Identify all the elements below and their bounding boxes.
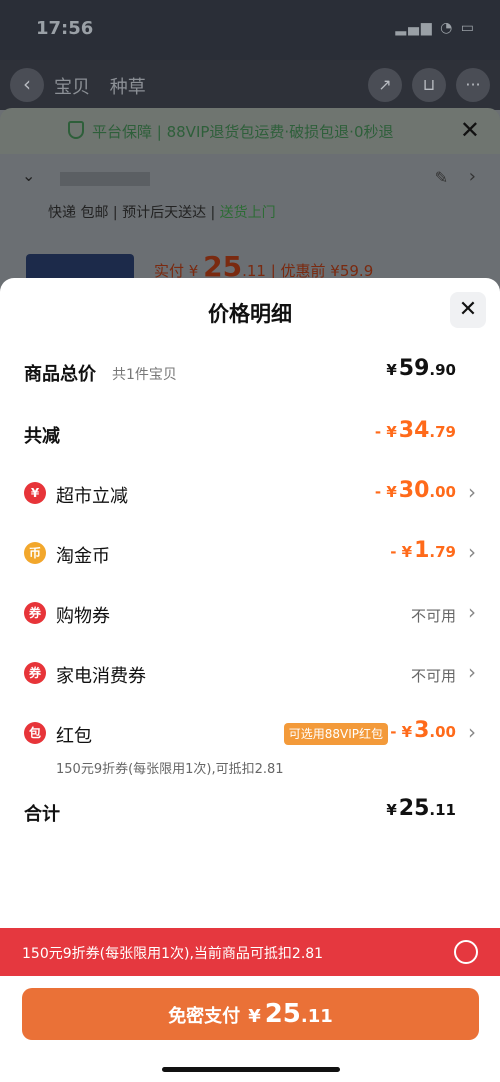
home-indicator[interactable]	[162, 1067, 340, 1072]
red-packet-row[interactable]: 包 红包 可选用88VIP红包 - ¥3.00 ›	[0, 714, 500, 754]
tab-grass[interactable]: 种草	[110, 77, 146, 98]
goods-count: 共1件宝贝	[112, 367, 177, 383]
edit-icon[interactable]: ✎	[435, 168, 448, 187]
chevron-right-icon: ›	[468, 540, 476, 564]
pay-button-label: 免密支付	[168, 1006, 241, 1027]
pay-currency: ¥	[248, 1006, 261, 1027]
pay-button[interactable]: 免密支付 ¥25.11	[22, 988, 479, 1040]
signal-wifi-battery-icon: ▂▄▆ ◔ ▭	[395, 20, 476, 36]
appliance-voucher-row[interactable]: 券 家电消费券 不可用 ›	[0, 654, 500, 694]
total-reduction-row: 共减 - ¥34.79	[0, 414, 500, 454]
goods-total-value: ¥59.90	[386, 356, 456, 381]
red-packet-note: 150元9折券(每张限用1次),可抵扣2.81	[56, 762, 284, 777]
more-icon[interactable]: ···	[456, 68, 490, 102]
supermarket-discount-value: - ¥30.00	[374, 478, 456, 503]
nav-bar: ‹ 宝贝 种草 ↗ ⊔ ···	[0, 60, 500, 110]
supermarket-discount-label: 超市立减	[56, 486, 128, 507]
shopping-voucher-status: 不可用	[410, 607, 456, 625]
taojinbi-value: - ¥1.79	[390, 538, 456, 563]
address-section[interactable]: ⌄ ✎ › 快递 包邮 | 预计后天送达 | 送货上门	[0, 154, 500, 236]
sum-label: 合计	[24, 804, 60, 825]
chevron-right-icon: ›	[468, 480, 476, 504]
close-icon[interactable]: ✕	[450, 292, 486, 328]
back-icon[interactable]: ‹	[10, 68, 44, 102]
nav-tabs: 宝贝 种草	[54, 73, 160, 99]
share-icon[interactable]: ↗	[368, 68, 402, 102]
red-packet-icon: 包	[24, 722, 46, 744]
red-packet-value: - ¥3.00	[390, 718, 456, 743]
total-reduction-label: 共减	[24, 426, 60, 447]
blurred-address	[60, 172, 150, 186]
guarantee-bar: 平台保障 | 88VIP退货包运费·破损包退·0秒退 ✕	[0, 108, 500, 154]
cart-icon[interactable]: ⊔	[412, 68, 446, 102]
yuan-discount-icon: ¥	[24, 482, 46, 504]
coupon-radio[interactable]	[454, 940, 478, 964]
chevron-right-icon: ›	[468, 600, 476, 624]
status-bar: 17:56 ▂▄▆ ◔ ▭	[0, 0, 500, 60]
delivery-text: 快递 包邮 | 预计后天送达 |	[48, 205, 220, 221]
goods-total-row: 商品总价 共1件宝贝 ¥59.90	[0, 352, 500, 392]
chevron-right-icon: ›	[468, 660, 476, 684]
appliance-voucher-icon: 券	[24, 662, 46, 684]
sum-row: 合计 ¥25.11	[0, 792, 500, 832]
shield-icon	[68, 121, 84, 139]
guarantee-text: 平台保障 | 88VIP退货包运费·破损包退·0秒退	[92, 123, 394, 141]
coin-icon: 币	[24, 542, 46, 564]
vip-red-packet-badge[interactable]: 可选用88VIP红包	[283, 723, 388, 745]
pay-amount-int: 25	[264, 999, 301, 1029]
delivery-door: 送货上门	[219, 205, 276, 221]
appliance-voucher-status: 不可用	[410, 667, 456, 685]
red-packet-label: 红包	[56, 726, 92, 747]
taojinbi-row[interactable]: 币 淘金币 - ¥1.79 ›	[0, 534, 500, 574]
sheet-title: 价格明细	[208, 302, 292, 326]
supermarket-discount-row[interactable]: ¥ 超市立减 - ¥30.00 ›	[0, 474, 500, 514]
goods-total-label: 商品总价	[24, 364, 96, 385]
voucher-icon: 券	[24, 602, 46, 624]
chevron-down-icon: ⌄	[22, 166, 36, 185]
coupon-text: 150元9折券(每张限用1次),当前商品可抵扣2.81	[22, 946, 324, 962]
status-time: 17:56	[36, 18, 94, 39]
taojinbi-label: 淘金币	[56, 546, 110, 567]
pay-amount-dec: .11	[300, 1006, 333, 1027]
delivery-info: 快递 包邮 | 预计后天送达 | 送货上门	[48, 202, 276, 222]
total-reduction-value: - ¥34.79	[374, 418, 456, 443]
coupon-bar[interactable]: 150元9折券(每张限用1次),当前商品可抵扣2.81	[0, 928, 500, 976]
shopping-voucher-row[interactable]: 券 购物券 不可用 ›	[0, 594, 500, 634]
chevron-right-icon: ›	[468, 720, 476, 744]
chevron-right-icon: ›	[468, 166, 476, 187]
shopping-voucher-label: 购物券	[56, 606, 110, 627]
tab-item[interactable]: 宝贝	[54, 77, 90, 98]
close-icon[interactable]: ✕	[460, 116, 480, 144]
sum-value: ¥25.11	[386, 796, 456, 821]
appliance-voucher-label: 家电消费券	[56, 666, 146, 687]
